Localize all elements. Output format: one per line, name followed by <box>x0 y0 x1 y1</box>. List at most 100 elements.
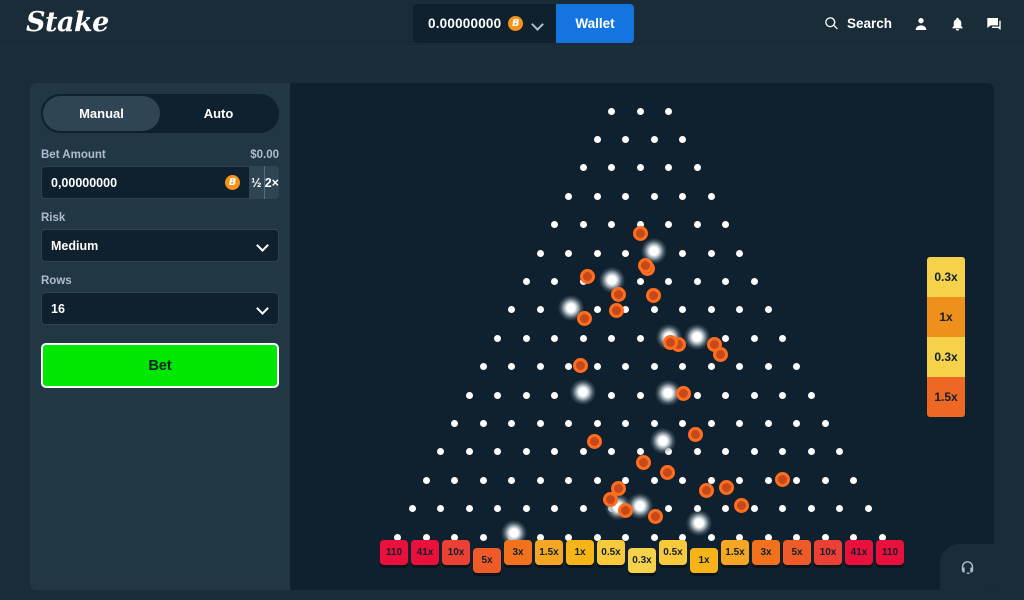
plinko-ball <box>586 433 602 449</box>
peg <box>836 448 843 456</box>
peg <box>736 476 744 484</box>
peg <box>679 476 687 484</box>
peg <box>451 419 459 427</box>
peg <box>693 391 701 399</box>
peg <box>608 107 615 115</box>
bitcoin-icon: B <box>225 175 240 190</box>
peg <box>722 277 729 285</box>
multiplier-tile[interactable]: 1.5x <box>535 540 563 565</box>
peg <box>551 448 558 456</box>
multiplier-tile[interactable]: 10x <box>814 540 842 565</box>
multiplier-tile[interactable]: 5x <box>473 548 501 573</box>
stake-logo[interactable]: Stake <box>26 7 109 38</box>
multiplier-tile[interactable]: 5x <box>783 540 811 565</box>
multiplier-tile[interactable]: 41x <box>845 540 873 565</box>
peg <box>650 135 658 143</box>
multiplier-tile[interactable]: 10x <box>442 540 470 565</box>
plinko-ball <box>579 268 595 284</box>
peg <box>565 476 573 484</box>
peg <box>465 448 473 456</box>
multiplier-tile[interactable]: 110 <box>380 540 408 565</box>
recent-payout-item: 0.3x <box>927 257 965 297</box>
peg <box>536 476 544 484</box>
bet-button[interactable]: Bet <box>41 343 279 388</box>
double-bet-button[interactable]: 2× <box>263 166 279 199</box>
bell-icon[interactable] <box>950 16 965 32</box>
chat-icon[interactable] <box>986 16 1002 32</box>
peg <box>593 135 601 143</box>
peg <box>693 277 701 285</box>
peg <box>750 505 758 513</box>
peg <box>522 505 530 513</box>
peg <box>722 391 729 399</box>
peg <box>608 448 615 456</box>
peg <box>508 419 516 427</box>
peg <box>836 505 843 513</box>
peg <box>565 363 573 371</box>
multiplier-tile[interactable]: 1.5x <box>721 540 749 565</box>
wallet-group: 0.00000000 B Wallet <box>413 4 634 43</box>
bet-amount-header: Bet Amount $0.00 <box>41 149 279 161</box>
rows-select-wrap: 16 <box>41 292 279 325</box>
multiplier-tile[interactable]: 0.3x <box>628 548 656 573</box>
peg <box>736 419 744 427</box>
multiplier-tile[interactable]: 41x <box>411 540 439 565</box>
peg <box>551 221 558 229</box>
chevron-down-icon[interactable] <box>533 19 543 29</box>
peg <box>807 505 815 513</box>
halve-bet-button[interactable]: ½ <box>249 166 264 199</box>
peg <box>422 476 430 484</box>
support-button[interactable] <box>940 544 994 590</box>
plinko-ball <box>687 426 703 442</box>
peg <box>608 164 615 172</box>
peg <box>593 306 601 314</box>
multiplier-tile[interactable]: 3x <box>504 540 532 565</box>
peg <box>636 107 644 115</box>
multiplier-tile[interactable]: 1x <box>690 548 718 573</box>
peg <box>750 391 758 399</box>
plinko-ball <box>712 346 728 362</box>
multiplier-tile[interactable]: 3x <box>752 540 780 565</box>
plinko-ball <box>610 286 626 302</box>
peg <box>793 419 801 427</box>
peg <box>465 391 473 399</box>
plinko-ball <box>675 385 691 401</box>
risk-label: Risk <box>41 212 66 224</box>
peg <box>479 419 487 427</box>
peg <box>551 391 558 399</box>
search-button[interactable]: Search <box>824 16 892 31</box>
risk-select[interactable]: Medium <box>41 229 279 262</box>
peg <box>636 334 644 342</box>
peg <box>650 306 658 314</box>
plinko-ball-grey <box>650 428 676 454</box>
peg <box>722 505 729 513</box>
wallet-button[interactable]: Wallet <box>556 4 634 43</box>
peg <box>565 249 573 257</box>
multiplier-tile[interactable]: 110 <box>876 540 904 565</box>
multiplier-tile[interactable]: 0.5x <box>659 540 687 565</box>
multiplier-tile[interactable]: 1x <box>566 540 594 565</box>
user-icon[interactable] <box>913 16 929 32</box>
headset-icon <box>961 560 973 574</box>
rows-select[interactable]: 16 <box>41 292 279 325</box>
peg <box>494 448 501 456</box>
peg <box>864 505 872 513</box>
peg <box>665 164 672 172</box>
peg <box>622 192 630 200</box>
plinko-ball <box>698 482 714 498</box>
multiplier-tile[interactable]: 0.5x <box>597 540 625 565</box>
tab-auto[interactable]: Auto <box>160 96 277 131</box>
balance-display[interactable]: 0.00000000 B <box>413 4 557 43</box>
peg <box>522 448 530 456</box>
peg <box>522 277 530 285</box>
plinko-ball <box>718 479 734 495</box>
peg <box>764 476 772 484</box>
bet-amount-input-wrap[interactable]: B <box>41 166 249 199</box>
tab-manual[interactable]: Manual <box>43 96 160 131</box>
peg <box>750 448 758 456</box>
peg <box>508 363 516 371</box>
balance-value: 0.00000000 <box>428 16 502 31</box>
bet-amount-input[interactable] <box>51 175 225 190</box>
peg <box>779 505 786 513</box>
peg <box>536 419 544 427</box>
